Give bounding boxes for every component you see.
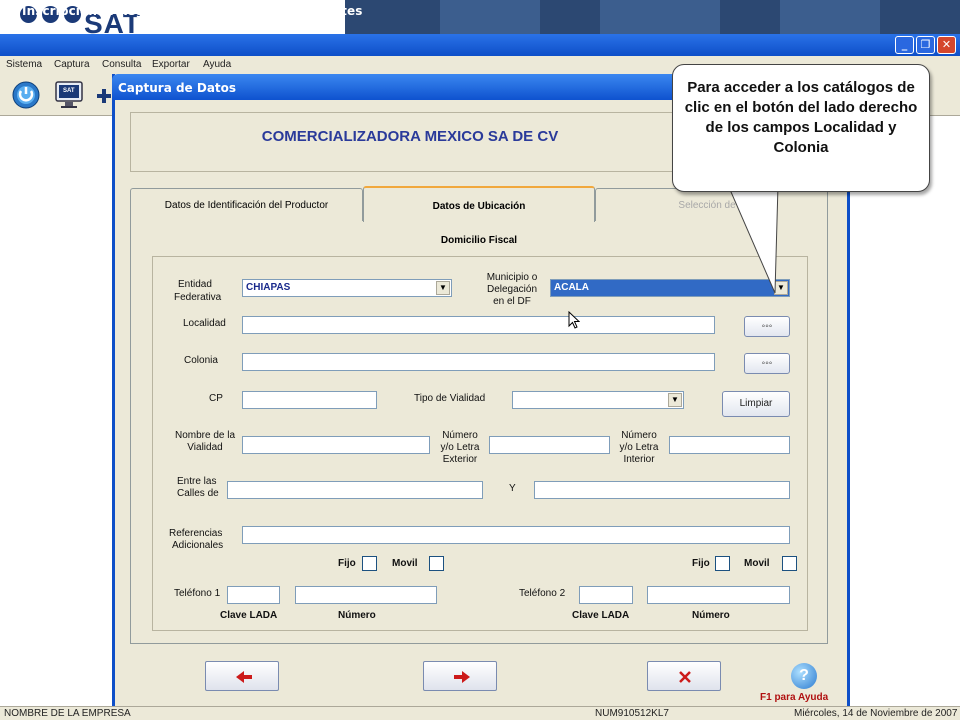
telefono-1-numero-field[interactable] — [295, 586, 437, 604]
entre-calles-label: Entre las — [177, 476, 217, 487]
fijo-1-label: Fijo — [338, 558, 356, 569]
entre-calles-label: Calles de — [177, 488, 219, 499]
fijo-2-checkbox[interactable] — [715, 556, 730, 571]
tab-seleccion[interactable]: Selección de A — [595, 188, 828, 221]
maximize-button[interactable]: ❐ — [916, 36, 935, 54]
numero-exterior-label: y/o Letra — [440, 442, 480, 453]
callout-joint — [729, 185, 778, 191]
clave-lada-2-label: Clave LADA — [572, 610, 630, 621]
chevron-down-icon[interactable]: ▼ — [436, 281, 450, 295]
nombre-vialidad-label: Vialidad — [187, 442, 223, 453]
main-window-title: Inscripción al Registro Federal de Contr… — [22, 4, 363, 18]
help-label: F1 para Ayuda — [760, 692, 829, 703]
telefono-2-label: Teléfono 2 — [519, 588, 566, 599]
tipo-vialidad-select[interactable]: ▼ — [512, 391, 684, 409]
entidad-label: Entidad — [178, 279, 212, 290]
colonia-field[interactable] — [242, 353, 715, 371]
cp-field[interactable] — [242, 391, 377, 409]
entidad-select[interactable]: CHIAPAS ▼ — [242, 279, 452, 297]
numero-interior-label: Número — [621, 430, 657, 441]
tipo-vialidad-label: Tipo de Vialidad — [414, 393, 486, 404]
movil-1-checkbox[interactable] — [429, 556, 444, 571]
sat-icon-label: SAT — [63, 88, 75, 94]
x-icon — [679, 671, 691, 683]
close-button[interactable]: ✕ — [937, 36, 956, 54]
back-button[interactable] — [205, 661, 279, 691]
nombre-vialidad-field[interactable] — [242, 436, 430, 454]
localidad-catalog-button[interactable]: ◦◦◦ — [744, 316, 790, 337]
referencias-field[interactable] — [242, 526, 790, 544]
y-label: Y — [509, 483, 516, 494]
help-icon[interactable]: ? — [791, 663, 817, 689]
municipio-label: Delegación — [486, 284, 538, 295]
municipio-label: Municipio o — [486, 272, 538, 283]
status-company: NOMBRE DE LA EMPRESA — [4, 708, 131, 719]
callout-pointer — [727, 185, 779, 294]
entre-calle-2-field[interactable] — [534, 481, 790, 499]
numero-1-label: Número — [338, 610, 376, 621]
entidad-value: CHIAPAS — [246, 282, 291, 293]
cancel-button[interactable] — [647, 661, 721, 691]
tab-datos-ubicacion[interactable]: Datos de Ubicación — [363, 186, 595, 222]
arrow-left-icon — [236, 671, 252, 683]
add-icon[interactable] — [96, 79, 112, 111]
banner-panel — [600, 0, 720, 34]
menu-sistema[interactable]: Sistema — [6, 59, 42, 70]
municipio-value: ACALA — [554, 282, 589, 293]
main-window-titlebar — [0, 34, 960, 56]
status-rfc: NUM910512KL7 — [595, 708, 669, 719]
numero-2-label: Número — [692, 610, 730, 621]
power-icon[interactable] — [9, 79, 43, 111]
entidad-label: Federativa — [174, 292, 222, 303]
company-name: COMERCIALIZADORA MEXICO SA DE CV — [261, 128, 559, 145]
app-icon: ❖ — [4, 4, 15, 18]
numero-exterior-label: Exterior — [442, 454, 478, 465]
movil-2-label: Movil — [744, 558, 770, 569]
telefono-1-label: Teléfono 1 — [174, 588, 221, 599]
numero-interior-field[interactable] — [669, 436, 790, 454]
banner-panel — [780, 0, 880, 34]
movil-1-label: Movil — [392, 558, 418, 569]
callout-text: Para acceder a los catálogos de clic en … — [684, 79, 918, 156]
cp-label: CP — [209, 393, 223, 404]
localidad-field[interactable] — [242, 316, 715, 334]
colonia-catalog-button[interactable]: ◦◦◦ — [744, 353, 790, 374]
mouse-cursor-icon — [568, 311, 580, 329]
limpiar-button[interactable]: Limpiar — [722, 391, 790, 417]
dialog-title: Captura de Datos — [118, 81, 237, 95]
arrow-right-icon — [454, 671, 470, 683]
fijo-2-label: Fijo — [692, 558, 710, 569]
entre-calle-1-field[interactable] — [227, 481, 483, 499]
chevron-down-icon[interactable]: ▼ — [668, 393, 682, 407]
municipio-label: en el DF — [493, 296, 531, 307]
tab-datos-identificacion[interactable]: Datos de Identificación del Productor — [130, 188, 363, 221]
telefono-2-numero-field[interactable] — [647, 586, 790, 604]
numero-exterior-label: Número — [442, 430, 478, 441]
numero-interior-label: Interior — [623, 454, 655, 465]
localidad-label: Localidad — [183, 318, 226, 329]
movil-2-checkbox[interactable] — [782, 556, 797, 571]
nombre-vialidad-label: Nombre de la — [174, 430, 236, 441]
sat-icon[interactable] — [52, 79, 86, 111]
referencias-label: Adicionales — [172, 540, 224, 551]
menu-captura[interactable]: Captura — [54, 59, 90, 70]
referencias-label: Referencias — [169, 528, 223, 539]
status-date: Miércoles, 14 de Noviembre de 2007 — [794, 708, 958, 719]
menu-consulta[interactable]: Consulta — [102, 59, 141, 70]
clave-lada-1-label: Clave LADA — [220, 610, 278, 621]
banner-panel — [440, 0, 540, 34]
next-button[interactable] — [423, 661, 497, 691]
colonia-label: Colonia — [184, 355, 218, 366]
minimize-button[interactable]: _ — [895, 36, 914, 54]
menu-ayuda[interactable]: Ayuda — [203, 59, 231, 70]
numero-exterior-field[interactable] — [489, 436, 610, 454]
fijo-1-checkbox[interactable] — [362, 556, 377, 571]
numero-interior-label: y/o Letra — [619, 442, 659, 453]
telefono-1-lada-field[interactable] — [227, 586, 280, 604]
telefono-2-lada-field[interactable] — [579, 586, 633, 604]
menu-exportar[interactable]: Exportar — [152, 59, 190, 70]
